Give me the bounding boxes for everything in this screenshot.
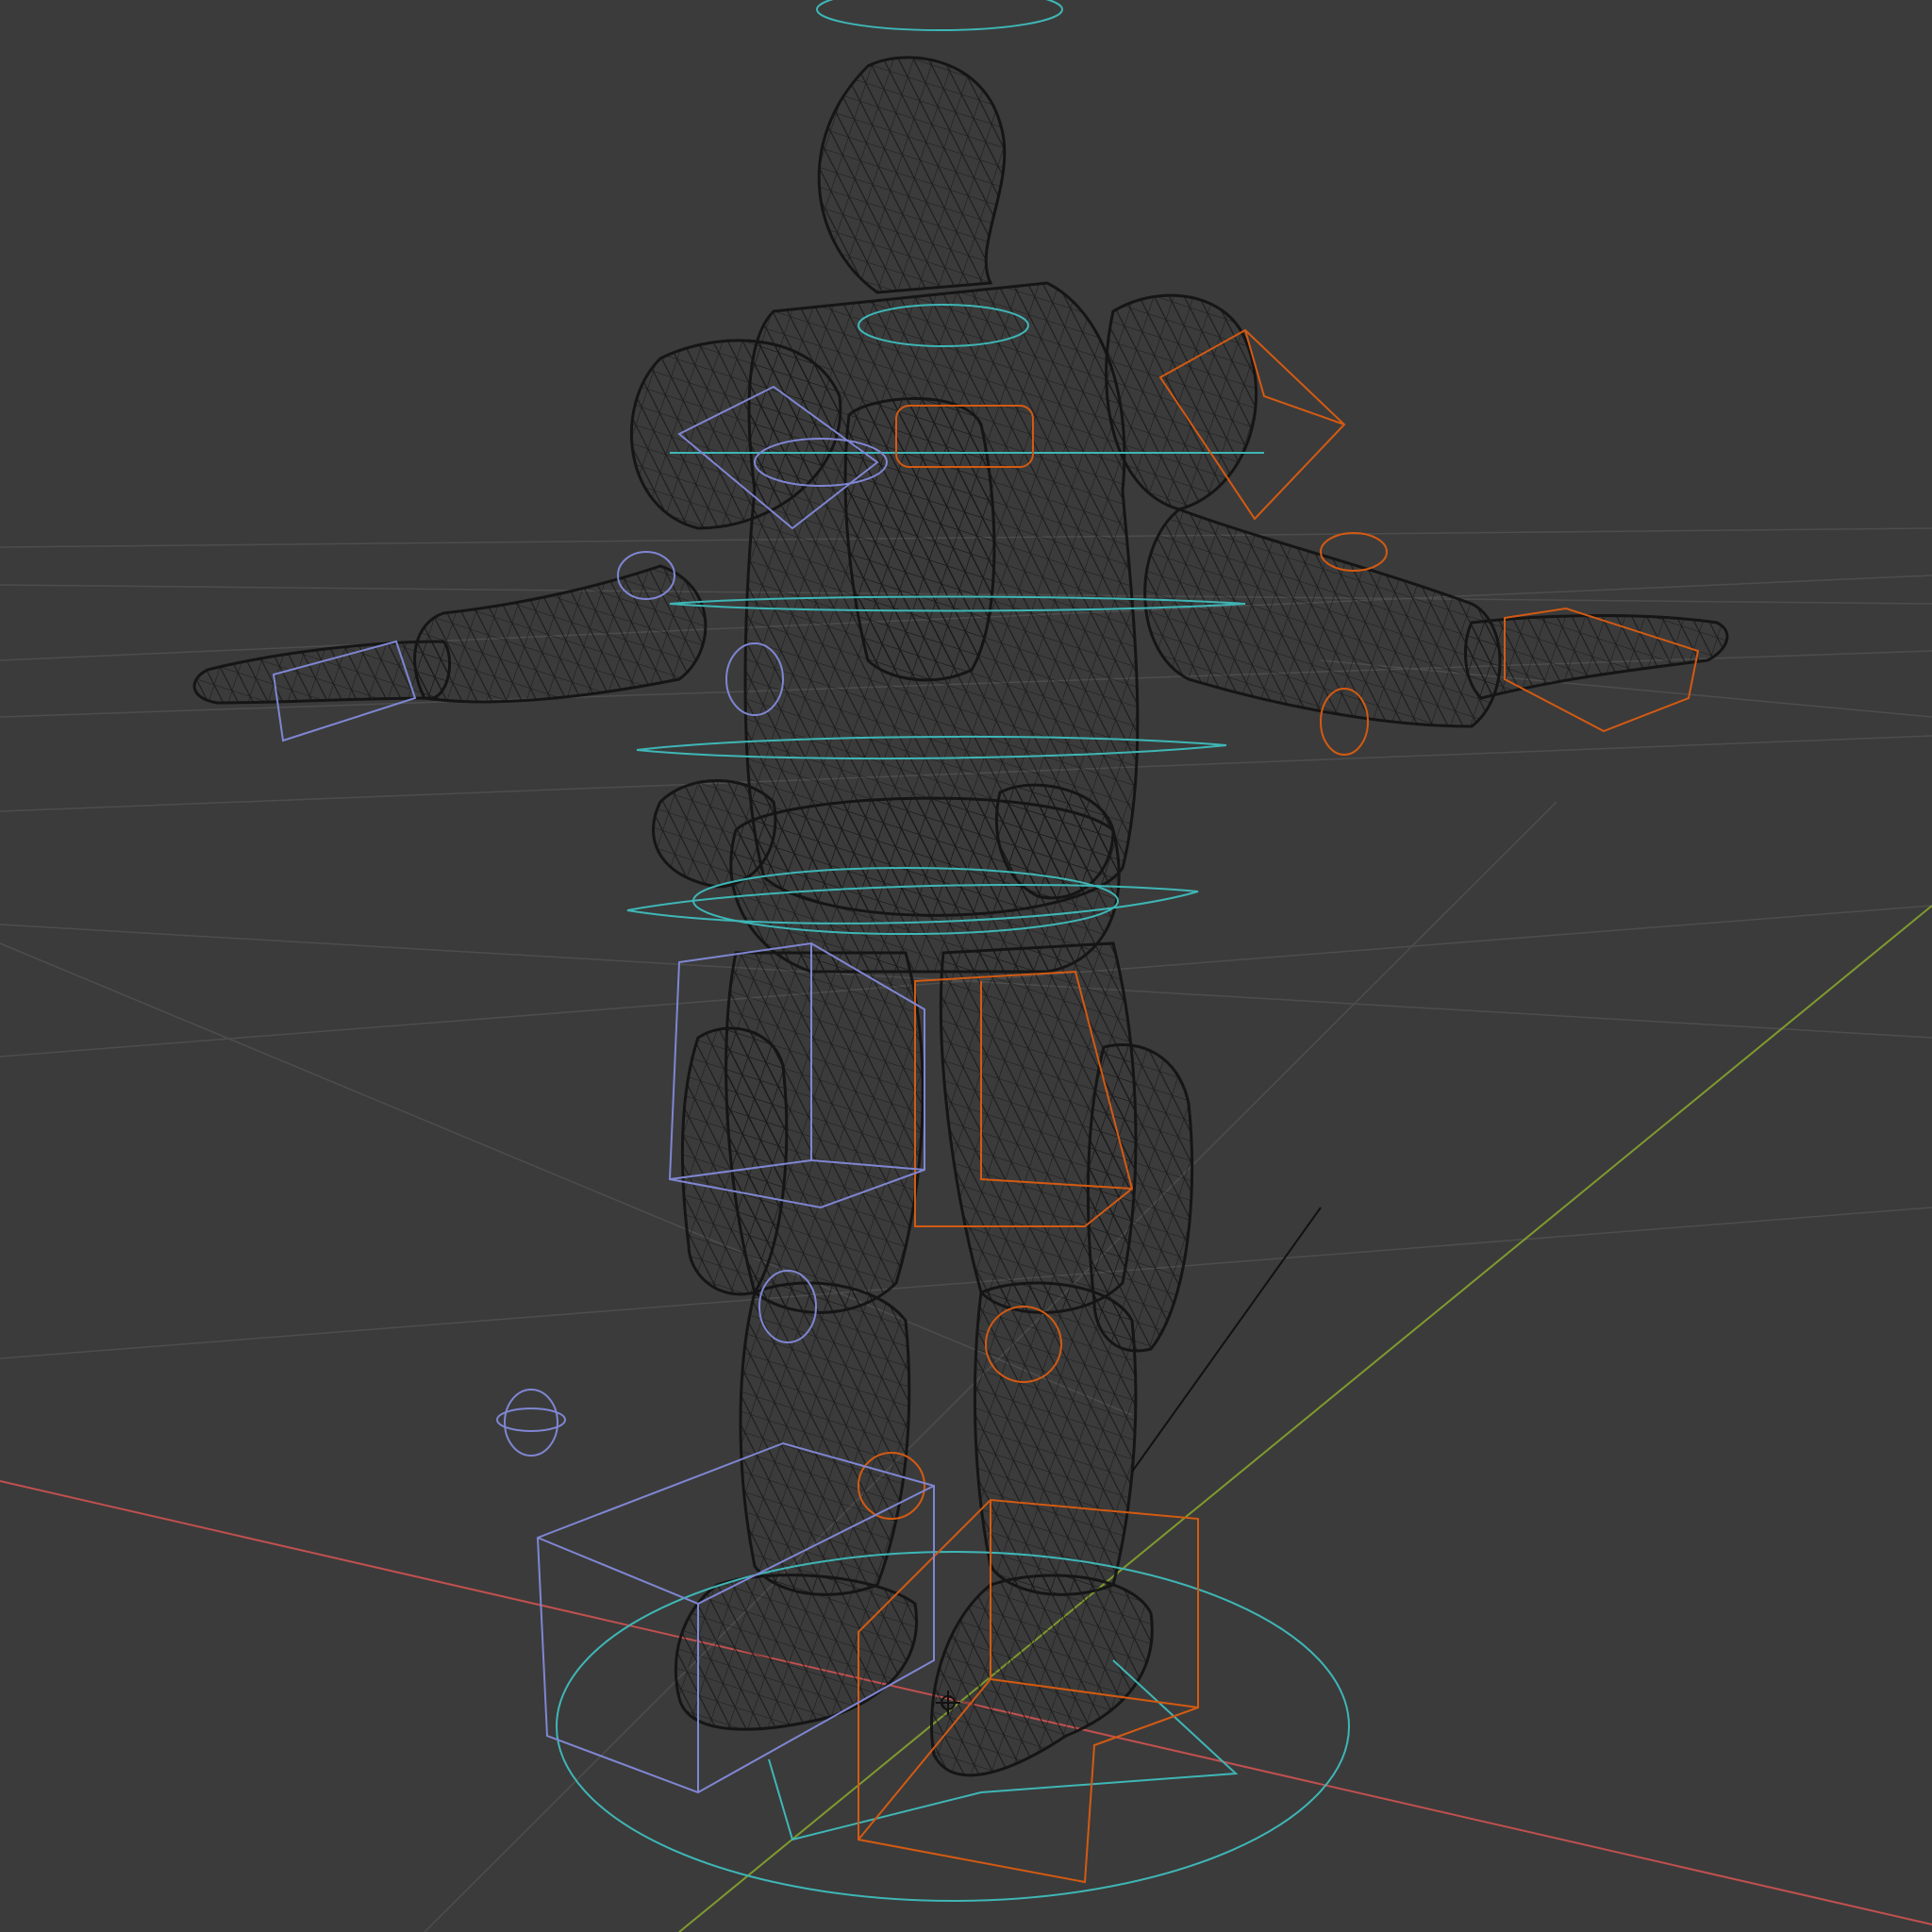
left-knee-pole	[504, 1389, 558, 1457]
3d-viewport[interactable]	[0, 0, 1932, 1932]
right-boot	[930, 1574, 1154, 1777]
character-mesh[interactable]	[192, 56, 1729, 1777]
left-boot	[674, 1574, 918, 1731]
right-shin	[973, 1281, 1138, 1596]
left-knee-pole-ring	[496, 1407, 566, 1432]
helmet	[817, 56, 1007, 294]
left-arm	[413, 564, 708, 704]
right-arm	[1143, 508, 1502, 728]
right-shoulder-pad	[1105, 293, 1258, 511]
chest-plate	[843, 397, 996, 682]
left-thigh-plate	[680, 1026, 789, 1296]
head-top-control	[816, 0, 1063, 31]
left-hip-pouch	[652, 779, 777, 889]
